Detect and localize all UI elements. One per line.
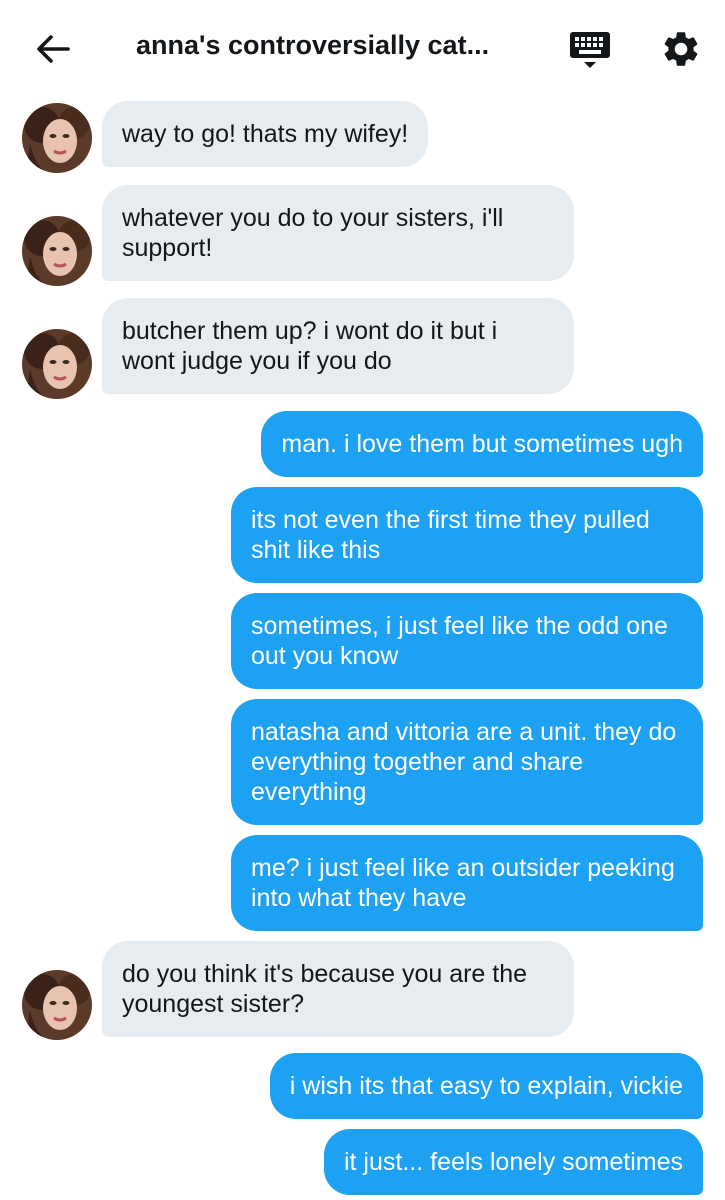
chat-header: anna's controversially cat... xyxy=(0,0,725,96)
message-outgoing[interactable]: natasha and vittoria are a unit. they do… xyxy=(231,699,703,825)
avatar-photo-icon xyxy=(22,216,92,286)
message-incoming[interactable]: butcher them up? i wont do it but i wont… xyxy=(102,298,574,394)
avatar-photo-icon xyxy=(22,103,92,173)
message-outgoing[interactable]: its not even the first time they pulled … xyxy=(231,487,703,583)
settings-button[interactable] xyxy=(660,28,702,70)
avatar[interactable] xyxy=(22,103,92,173)
gear-icon xyxy=(664,32,698,66)
chat-title: anna's controversially cat... xyxy=(136,30,490,60)
back-button[interactable] xyxy=(30,26,76,72)
message-list[interactable]: way to go! thats my wifey! whatever you … xyxy=(0,96,725,1200)
message-outgoing[interactable]: me? i just feel like an outsider peeking… xyxy=(231,835,703,931)
keyboard-icon xyxy=(570,32,610,68)
message-incoming[interactable]: way to go! thats my wifey! xyxy=(102,101,429,167)
message-incoming[interactable]: do you think it's because you are the yo… xyxy=(102,941,574,1037)
avatar[interactable] xyxy=(22,970,92,1040)
message-outgoing[interactable]: man. i love them but sometimes ugh xyxy=(261,411,703,477)
avatar-photo-icon xyxy=(22,329,92,399)
arrow-left-icon xyxy=(37,35,70,63)
message-outgoing[interactable]: it just... feels lonely sometimes xyxy=(323,1129,703,1195)
keyboard-button[interactable] xyxy=(568,28,612,72)
message-incoming[interactable]: whatever you do to your sisters, i'll su… xyxy=(102,185,574,281)
avatar[interactable] xyxy=(22,329,92,399)
avatar[interactable] xyxy=(22,216,92,286)
avatar-photo-icon xyxy=(22,970,92,1040)
message-outgoing[interactable]: sometimes, i just feel like the odd one … xyxy=(231,593,703,689)
message-outgoing[interactable]: i wish its that easy to explain, vickie xyxy=(269,1053,703,1119)
